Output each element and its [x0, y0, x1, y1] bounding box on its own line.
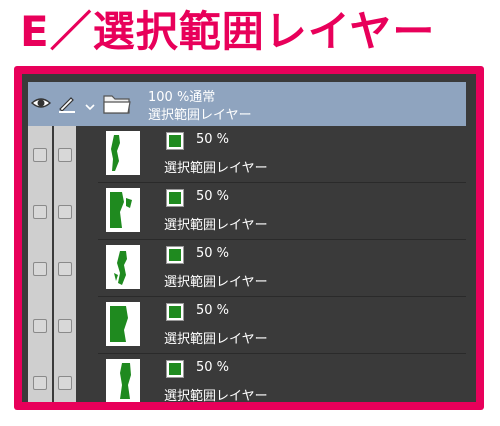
lock-checkbox[interactable] [58, 376, 72, 390]
mask-icon [166, 360, 184, 378]
layer-thumbnail [106, 188, 140, 232]
layer-opacity: 50 % [196, 246, 230, 261]
layer-name: 選択範囲レイヤー [164, 389, 268, 402]
mask-icon [166, 303, 184, 321]
layer-folder-header[interactable]: 100 %通常 選択範囲レイヤー [28, 82, 466, 126]
layer-opacity: 50 % [196, 132, 230, 147]
mask-icon [166, 132, 184, 150]
layer-name: 選択範囲レイヤー [164, 275, 268, 290]
visibility-checkbox[interactable] [33, 376, 47, 390]
mask-icon [166, 246, 184, 264]
row-divider [98, 296, 466, 297]
folder-opacity-blend: 100 %通常 [148, 90, 216, 105]
visibility-checkbox[interactable] [33, 319, 47, 333]
visibility-checkbox[interactable] [33, 205, 47, 219]
layer-opacity: 50 % [196, 189, 230, 204]
layer-name: 選択範囲レイヤー [164, 161, 268, 176]
layer-thumbnail [106, 245, 140, 289]
page-title: E／選択範囲レイヤー [20, 7, 436, 56]
layer-opacity: 50 % [196, 360, 230, 375]
row-divider [98, 182, 466, 183]
layer-row[interactable]: 50 % 選択範囲レイヤー [28, 355, 466, 402]
lock-checkbox[interactable] [58, 148, 72, 162]
lock-checkbox[interactable] [58, 205, 72, 219]
chevron-down-icon[interactable] [84, 98, 96, 111]
mask-icon [166, 189, 184, 207]
layer-panel: 100 %通常 選択範囲レイヤー 50 % 選択範囲レイヤー 50 % 選択範囲… [22, 74, 476, 402]
layer-thumbnail [106, 131, 140, 175]
layer-row[interactable]: 50 % 選択範囲レイヤー [28, 127, 466, 183]
layer-thumbnail [106, 302, 140, 346]
visibility-checkbox[interactable] [33, 148, 47, 162]
eye-icon[interactable] [30, 92, 52, 114]
layer-row[interactable]: 50 % 選択範囲レイヤー [28, 298, 466, 354]
lock-checkbox[interactable] [58, 319, 72, 333]
layer-name: 選択範囲レイヤー [164, 332, 268, 347]
layer-row[interactable]: 50 % 選択範囲レイヤー [28, 184, 466, 240]
visibility-checkbox[interactable] [33, 262, 47, 276]
folder-name: 選択範囲レイヤー [148, 108, 252, 123]
folder-icon [102, 90, 132, 116]
row-divider [98, 353, 466, 354]
layer-opacity: 50 % [196, 303, 230, 318]
highlight-frame: 100 %通常 選択範囲レイヤー 50 % 選択範囲レイヤー 50 % 選択範囲… [14, 66, 484, 410]
layer-thumbnail [106, 359, 140, 402]
layer-name: 選択範囲レイヤー [164, 218, 268, 233]
lock-checkbox[interactable] [58, 262, 72, 276]
layer-row[interactable]: 50 % 選択範囲レイヤー [28, 241, 466, 297]
row-divider [98, 239, 466, 240]
pen-icon[interactable] [56, 92, 78, 114]
